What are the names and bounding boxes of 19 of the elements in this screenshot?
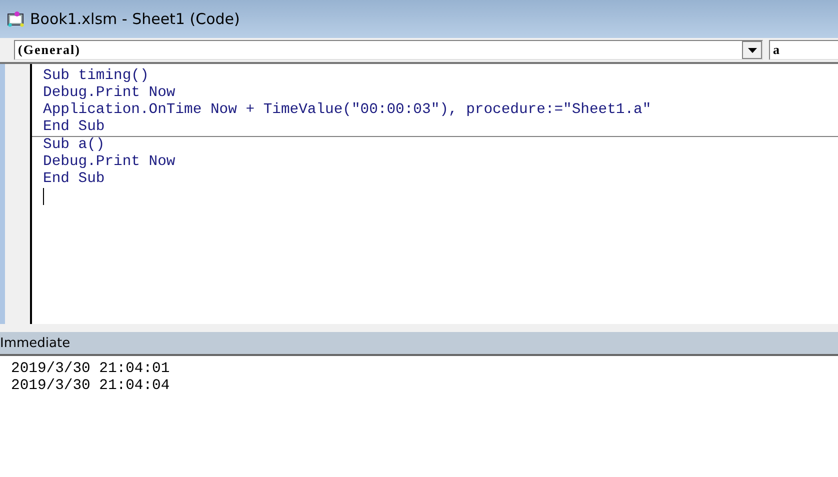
immediate-pane[interactable]: 2019/3/30 21:04:01 2019/3/30 21:04:04 [0,356,838,477]
code-editor[interactable]: Sub timing() Debug.Print Now Application.OnTime Now + TimeValue("00:00:03"), procedure:="Sheet1.a" End Sub Sub a() Debug.Print Now End Sub [32,64,838,324]
code-line: Sub a() [42,137,106,154]
code-line: Debug.Print Now [42,154,176,171]
procedure-dropdown[interactable]: a [769,40,838,60]
module-icon [7,11,25,27]
code-line: Application.OnTime Now + TimeValue("00:00:03"), procedure:="Sheet1.a" [42,102,652,119]
output-line: 2019/3/30 21:04:04 [11,378,171,395]
output-line: 2019/3/30 21:04:01 [11,361,171,378]
code-line: End Sub [42,171,106,188]
caret-icon [748,48,756,52]
code-line: Sub timing() [42,68,150,85]
dropdown-button[interactable] [742,41,762,59]
code-line: Debug.Print Now [42,85,176,102]
window-title: Book1.xlsm - Sheet1 (Code) [30,10,240,28]
text-cursor [43,188,44,205]
code-line: End Sub [42,119,106,136]
object-dropdown[interactable]: (General) [14,40,763,60]
immediate-title: Immediate [0,336,70,350]
